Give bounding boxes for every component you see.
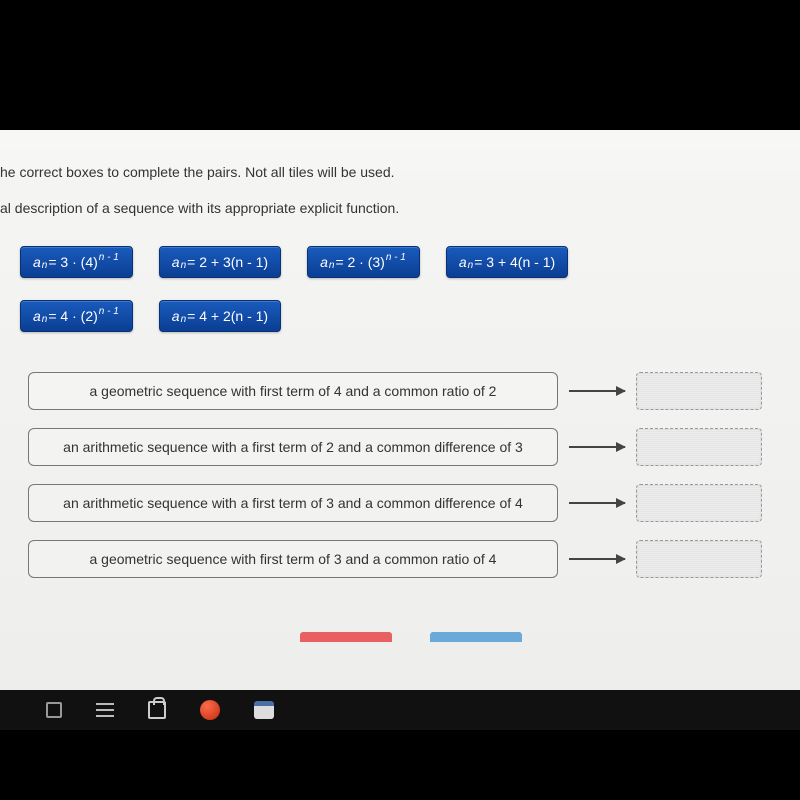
tile-row-2: an = 4 · (2)n - 1 an = 4 + 2(n - 1) xyxy=(20,300,281,332)
match-row-4: a geometric sequence with first term of … xyxy=(28,540,788,578)
drop-target-1[interactable] xyxy=(636,372,762,410)
match-row-2: an arithmetic sequence with a first term… xyxy=(28,428,788,466)
instructions-line-1: he correct boxes to complete the pairs. … xyxy=(0,162,395,183)
tile-formula-5[interactable]: an = 4 · (2)n - 1 xyxy=(20,300,133,332)
description-box-1: a geometric sequence with first term of … xyxy=(28,372,558,410)
store-icon[interactable] xyxy=(148,701,166,719)
taskbar-icon[interactable] xyxy=(96,703,114,717)
description-box-2: an arithmetic sequence with a first term… xyxy=(28,428,558,466)
instructions-line-2: al description of a sequence with its ap… xyxy=(0,200,399,216)
taskbar-icon[interactable] xyxy=(46,702,62,718)
arrow-icon xyxy=(558,558,636,560)
action-buttons xyxy=(300,632,522,642)
arrow-icon xyxy=(558,390,636,392)
tile-formula-2[interactable]: an = 2 + 3(n - 1) xyxy=(159,246,281,278)
match-row-1: a geometric sequence with first term of … xyxy=(28,372,788,410)
browser-icon[interactable] xyxy=(200,700,220,720)
screen-photo: he correct boxes to complete the pairs. … xyxy=(0,0,800,800)
tile-formula-6[interactable]: an = 4 + 2(n - 1) xyxy=(159,300,281,332)
drop-target-4[interactable] xyxy=(636,540,762,578)
submit-button[interactable] xyxy=(430,632,522,642)
tile-row-1: an = 3 · (4)n - 1 an = 2 + 3(n - 1) an =… xyxy=(20,246,568,278)
tile-formula-1[interactable]: an = 3 · (4)n - 1 xyxy=(20,246,133,278)
description-box-4: a geometric sequence with first term of … xyxy=(28,540,558,578)
arrow-icon xyxy=(558,446,636,448)
app-icon[interactable] xyxy=(254,701,274,719)
reset-button[interactable] xyxy=(300,632,392,642)
description-box-3: an arithmetic sequence with a first term… xyxy=(28,484,558,522)
drop-target-3[interactable] xyxy=(636,484,762,522)
tile-formula-4[interactable]: an = 3 + 4(n - 1) xyxy=(446,246,568,278)
arrow-icon xyxy=(558,502,636,504)
tile-formula-3[interactable]: an = 2 · (3)n - 1 xyxy=(307,246,420,278)
match-row-3: an arithmetic sequence with a first term… xyxy=(28,484,788,522)
taskbar xyxy=(0,690,800,730)
drop-target-2[interactable] xyxy=(636,428,762,466)
matching-area: a geometric sequence with first term of … xyxy=(28,372,788,596)
